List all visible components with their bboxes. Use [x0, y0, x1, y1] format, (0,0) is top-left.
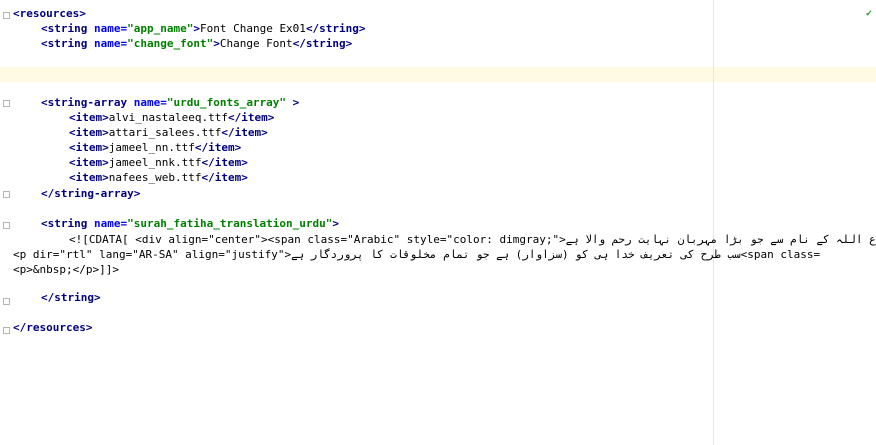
code-token-txt: <p>&nbsp;</p>]]> — [13, 263, 119, 276]
fold-marker-icon[interactable] — [3, 327, 10, 334]
code-token-tag: </item> — [194, 141, 242, 154]
code-token-tag: > — [286, 96, 300, 109]
code-token-tag: > — [332, 217, 340, 230]
code-token-txt: jameel_nn.ttf — [108, 141, 195, 154]
code-token-tag: > — [213, 37, 220, 50]
code-token-attr: name= — [93, 22, 128, 35]
code-token-tag: <item> — [69, 141, 109, 154]
code-token-txt: سب طرح کی تعریف خدا ہی کو (سزاوار) ہے جو… — [291, 248, 741, 261]
code-token-tag: <string — [41, 217, 94, 230]
code-line[interactable]: </string> — [41, 290, 101, 305]
code-token-tag: </resources> — [13, 321, 93, 334]
code-token-tag: <resources> — [13, 7, 86, 20]
fold-marker-icon[interactable] — [3, 222, 10, 229]
code-line[interactable]: <string name="app_name">Font Change Ex01… — [41, 21, 366, 36]
code-line[interactable]: <item>nafees_web.ttf</item> — [69, 170, 248, 185]
code-token-txt: <span class= — [740, 248, 821, 261]
code-line[interactable]: <string name="surah_fatiha_translation_u… — [41, 216, 339, 231]
code-token-tag: <string — [41, 37, 94, 50]
code-line[interactable]: </resources> — [13, 320, 92, 335]
checkmark-icon: ✔ — [866, 8, 873, 19]
code-token-val: "surah_fatiha_translation_urdu" — [127, 217, 333, 230]
code-line[interactable]: <p>&nbsp;</p>]]> — [13, 262, 119, 277]
code-token-tag: <item> — [69, 111, 109, 124]
code-token-tag: <item> — [69, 126, 109, 139]
fold-marker-icon[interactable] — [3, 191, 10, 198]
code-line[interactable]: <string-array name="urdu_fonts_array" > — [41, 95, 299, 110]
code-token-tag: <item> — [69, 156, 109, 169]
current-line-highlight — [0, 67, 876, 82]
code-line[interactable]: <item>attari_salees.ttf</item> — [69, 125, 268, 140]
code-line[interactable]: <item>jameel_nn.ttf</item> — [69, 140, 241, 155]
code-token-txt: شروع اللہ کے نام سے جو بڑا مہربان نہایت … — [565, 233, 876, 246]
code-token-tag: </string-array> — [41, 187, 141, 200]
code-token-attr: name= — [93, 217, 128, 230]
code-line[interactable]: <string name="change_font">Change Font</… — [41, 36, 352, 51]
code-token-txt: jameel_nnk.ttf — [108, 156, 202, 169]
fold-marker-icon[interactable] — [3, 12, 10, 19]
code-token-txt: Change Font — [219, 37, 293, 50]
code-token-attr: name= — [133, 96, 167, 109]
code-token-txt: Font Change Ex01 — [199, 22, 306, 35]
code-token-txt: nafees_web.ttf — [108, 171, 202, 184]
right-margin-guide — [713, 0, 714, 445]
code-token-txt: <p dir="rtl" lang="AR-SA" align="justify… — [13, 248, 292, 261]
code-token-attr: name= — [93, 37, 128, 50]
code-token-tag: <string — [41, 22, 94, 35]
code-token-tag: </string> — [305, 22, 366, 35]
code-token-txt: <![CDATA[ <div align="center"><span clas… — [69, 233, 566, 246]
code-line[interactable]: <item>jameel_nnk.ttf</item> — [69, 155, 248, 170]
code-token-tag: </item> — [201, 171, 248, 184]
code-token-val: "change_font" — [127, 37, 214, 50]
fold-marker-icon[interactable] — [3, 100, 10, 107]
code-token-tag: </item> — [201, 156, 248, 169]
code-token-val: "urdu_fonts_array" — [166, 96, 287, 109]
code-line[interactable]: <item>alvi_nastaleeq.ttf</item> — [69, 110, 274, 125]
code-token-txt: attari_salees.ttf — [108, 126, 222, 139]
code-token-tag: </item> — [227, 111, 275, 124]
code-line[interactable]: <resources> — [13, 6, 86, 21]
code-token-tag: <item> — [69, 171, 109, 184]
code-token-tag: > — [193, 22, 200, 35]
code-line[interactable]: <![CDATA[ <div align="center"><span clas… — [69, 232, 876, 247]
code-token-tag: </string> — [41, 291, 101, 304]
code-token-txt: alvi_nastaleeq.ttf — [108, 111, 228, 124]
fold-marker-icon[interactable] — [3, 298, 10, 305]
code-token-tag: </item> — [221, 126, 268, 139]
code-line[interactable]: </string-array> — [41, 186, 140, 201]
code-token-val: "app_name" — [127, 22, 194, 35]
code-token-tag: <string-array — [41, 96, 134, 109]
code-token-tag: </string> — [292, 37, 353, 50]
code-editor[interactable]: ✔ <resources> <string name="app_name">Fon… — [0, 0, 876, 445]
code-line[interactable]: <p dir="rtl" lang="AR-SA" align="justify… — [13, 247, 820, 262]
